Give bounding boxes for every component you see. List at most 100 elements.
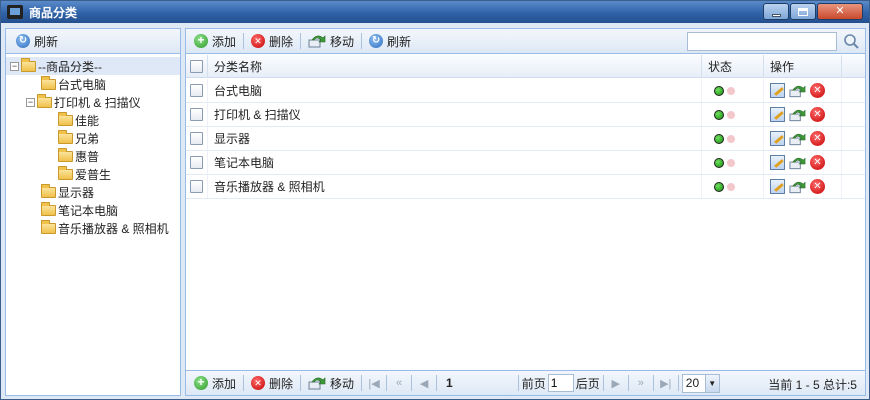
table-row[interactable]: 音乐播放器 & 照相机 ✕ — [186, 175, 865, 199]
prev-page-label: 前页 — [521, 376, 546, 391]
prev-page-icon[interactable]: ◀ — [415, 374, 433, 392]
tree-node[interactable]: 兄弟 — [6, 129, 180, 147]
move-icon — [308, 35, 326, 48]
table-row[interactable]: 打印机 & 扫描仪 ✕ — [186, 103, 865, 127]
edit-icon[interactable] — [770, 107, 785, 122]
header-ops: 操作 — [764, 55, 842, 78]
delete-icon[interactable]: ✕ — [810, 107, 825, 122]
move-icon[interactable] — [789, 108, 806, 122]
row-checkbox[interactable] — [190, 180, 203, 193]
edit-icon[interactable] — [770, 131, 785, 146]
maximize-button[interactable] — [790, 3, 816, 20]
grid-refresh-button[interactable]: ↻ 刷新 — [365, 31, 415, 51]
tree-node[interactable]: − 打印机 & 扫描仪 — [6, 93, 180, 111]
status-on-icon[interactable] — [714, 181, 724, 192]
move-icon[interactable] — [789, 180, 806, 194]
fast-back-icon[interactable]: « — [390, 374, 408, 392]
move-icon[interactable] — [789, 156, 806, 170]
row-checkbox[interactable] — [190, 156, 203, 169]
minimize-button[interactable] — [763, 3, 789, 20]
first-page-icon[interactable]: |◀ — [365, 374, 383, 392]
table-row[interactable]: 台式电脑 ✕ — [186, 79, 865, 103]
folder-icon — [37, 93, 52, 108]
tree-collapse-icon[interactable]: − — [10, 61, 19, 71]
header-status[interactable]: 状态 — [702, 55, 764, 78]
status-on-icon[interactable] — [714, 85, 724, 96]
search-input[interactable] — [687, 32, 837, 51]
last-page-icon[interactable]: ▶| — [657, 374, 675, 392]
page-input[interactable] — [547, 374, 574, 392]
tree-node[interactable]: 佳能 — [6, 111, 180, 129]
toolbar-separator — [243, 33, 245, 49]
move-icon[interactable] — [789, 132, 806, 146]
category-tree-panel: ↻ 刷新 − --商品分类-- 台式电脑 − 打印机 & 扫描仪 佳能兄弟 惠普 爱普生 显示器… — [5, 28, 181, 396]
refresh-icon: ↻ — [369, 34, 384, 48]
pager-delete-button[interactable]: ✕ 删除 — [247, 373, 297, 393]
move-icon[interactable] — [789, 84, 806, 98]
status-off-icon[interactable] — [727, 182, 735, 191]
title-bar[interactable]: 商品分类 ✕ — [1, 1, 869, 23]
page-size-select[interactable]: 20 ▼ — [681, 373, 720, 393]
tree-node[interactable]: 笔记本电脑 — [6, 201, 180, 219]
category-grid-panel: + 添加 ✕ 删除 移动 ↻ 刷新 分类名称 状态 操作 台式电脑 ✕ 打印机 … — [185, 28, 866, 396]
folder-icon — [41, 219, 56, 234]
add-button[interactable]: + 添加 — [190, 31, 240, 51]
status-off-icon[interactable] — [727, 158, 735, 167]
row-check-cell — [186, 103, 208, 126]
delete-icon[interactable]: ✕ — [810, 131, 825, 146]
folder-icon — [58, 129, 73, 144]
pager-delete-label: 删除 — [269, 376, 294, 391]
close-icon: ✕ — [835, 5, 845, 17]
pager-separator — [627, 375, 629, 391]
next-page-icon[interactable]: ▶ — [607, 374, 625, 392]
tree-node[interactable]: 惠普 — [6, 147, 180, 165]
fast-forward-icon[interactable]: » — [632, 374, 650, 392]
status-on-icon[interactable] — [714, 109, 724, 120]
add-icon: + — [194, 34, 208, 48]
tree-collapse-icon[interactable]: − — [26, 97, 35, 107]
row-check-cell — [186, 79, 208, 102]
row-spacer — [842, 175, 865, 198]
tree-node[interactable]: 显示器 — [6, 183, 180, 201]
status-on-icon[interactable] — [714, 157, 724, 168]
row-checkbox[interactable] — [190, 84, 203, 97]
header-name[interactable]: 分类名称 — [208, 55, 702, 78]
status-off-icon[interactable] — [727, 86, 735, 95]
delete-button[interactable]: ✕ 删除 — [247, 31, 297, 51]
delete-icon[interactable]: ✕ — [810, 155, 825, 170]
row-checkbox[interactable] — [190, 108, 203, 121]
pager-move-button[interactable]: 移动 — [304, 373, 358, 393]
delete-label: 删除 — [269, 34, 294, 49]
select-all-checkbox[interactable] — [190, 60, 203, 73]
row-checkbox[interactable] — [190, 132, 203, 145]
edit-icon[interactable] — [770, 179, 785, 194]
delete-icon[interactable]: ✕ — [810, 83, 825, 98]
edit-icon[interactable] — [770, 83, 785, 98]
row-status — [702, 79, 764, 102]
window: 商品分类 ✕ ↻ 刷新 − --商品分类-- 台式电脑 − 打印机 & 扫描仪 佳能兄弟惠… — [0, 0, 870, 400]
tree-node[interactable]: − --商品分类-- — [6, 57, 180, 75]
tree-node[interactable]: 台式电脑 — [6, 75, 180, 93]
status-off-icon[interactable] — [727, 134, 735, 143]
row-status — [702, 175, 764, 198]
tree-node[interactable]: 爱普生 — [6, 165, 180, 183]
move-button[interactable]: 移动 — [304, 31, 358, 51]
tree-node-label: 兄弟 — [75, 131, 100, 146]
chevron-down-icon: ▼ — [704, 374, 719, 392]
table-row[interactable]: 显示器 ✕ — [186, 127, 865, 151]
table-row[interactable]: 笔记本电脑 ✕ — [186, 151, 865, 175]
folder-icon — [41, 201, 56, 216]
tree-refresh-button[interactable]: ↻ 刷新 — [12, 31, 62, 51]
edit-icon[interactable] — [770, 155, 785, 170]
search-icon[interactable] — [843, 33, 859, 49]
maximize-icon — [798, 7, 808, 16]
tree-node[interactable]: 音乐播放器 & 照相机 — [6, 219, 180, 237]
delete-icon[interactable]: ✕ — [810, 179, 825, 194]
pager-add-button[interactable]: + 添加 — [190, 373, 240, 393]
status-on-icon[interactable] — [714, 133, 724, 144]
status-off-icon[interactable] — [727, 110, 735, 119]
row-status — [702, 127, 764, 150]
grid-refresh-label: 刷新 — [387, 34, 412, 49]
delete-icon: ✕ — [251, 34, 266, 48]
close-button[interactable]: ✕ — [817, 3, 863, 20]
